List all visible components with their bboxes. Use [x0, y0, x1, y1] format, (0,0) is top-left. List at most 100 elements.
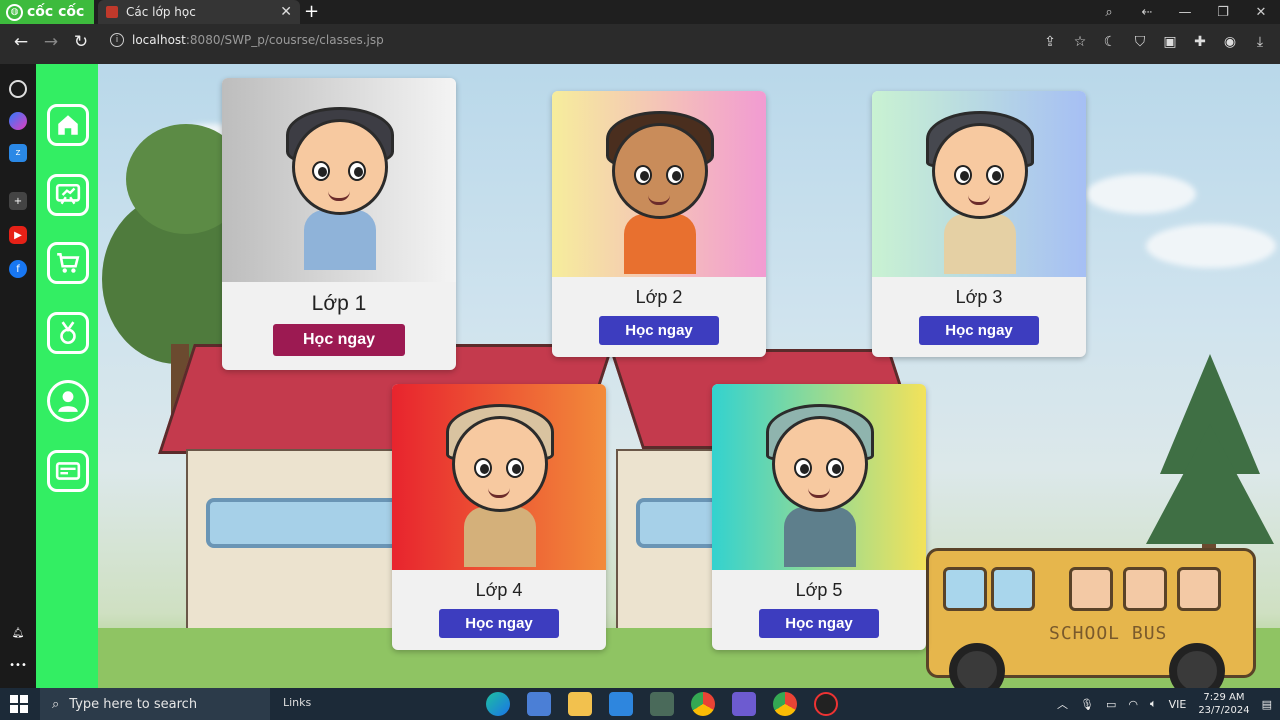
- facebook-icon[interactable]: f: [9, 260, 27, 278]
- learn-now-button[interactable]: Học ngay: [273, 324, 405, 356]
- notification-bell-icon[interactable]: 🔔︎: [9, 624, 27, 642]
- windows-start-icon[interactable]: [10, 695, 28, 713]
- bookmark-star-icon[interactable]: ☆: [1072, 34, 1088, 50]
- presentation-board-icon: [55, 183, 81, 205]
- id-card-icon: [55, 462, 81, 480]
- links-toolbar[interactable]: Links: [283, 696, 311, 709]
- url-host: localhost: [132, 33, 186, 47]
- zalo-icon[interactable]: Z: [9, 144, 27, 162]
- shopping-cart-icon: [57, 253, 80, 273]
- mail-icon[interactable]: [609, 692, 633, 716]
- boy-with-cap-illustration: [904, 99, 1054, 274]
- chrome-profile-icon[interactable]: [773, 692, 797, 716]
- class-card-4: Lớp 4 Học ngay: [392, 384, 606, 650]
- achievement-button[interactable]: [47, 312, 89, 354]
- microphone-icon[interactable]: 🎙︎: [1080, 698, 1094, 711]
- share-icon[interactable]: ⇪: [1042, 34, 1058, 50]
- edge-icon[interactable]: [486, 692, 510, 716]
- minimize-button[interactable]: —: [1166, 5, 1204, 20]
- home-button[interactable]: [47, 104, 89, 146]
- learn-now-button[interactable]: Học ngay: [439, 609, 559, 638]
- explorer-boy-illustration: [424, 392, 574, 567]
- volume-icon[interactable]: 🔈︎: [1150, 697, 1157, 711]
- battery-icon[interactable]: ▭: [1106, 698, 1116, 711]
- classes-page: SCHOOL BUS Lớp 1 Học ngay Lớp 2 Học ngay…: [36, 64, 1280, 688]
- curly-hair-boy-illustration: [584, 99, 734, 274]
- profile-icon[interactable]: ◉: [1222, 34, 1238, 50]
- class-title: Lớp 4: [475, 580, 523, 600]
- nav-buttons: ← → ↻: [12, 32, 90, 52]
- address-bar-row: ← → ↻ i localhost:8080/SWP_p/cousrse/cla…: [0, 24, 1280, 64]
- user-icon: [58, 391, 78, 412]
- app-sidebar: [36, 64, 98, 688]
- browser-sidebar: Z + ▶ f 🔔︎ •••: [0, 64, 36, 688]
- lesson-button[interactable]: [47, 174, 89, 216]
- store-icon[interactable]: [527, 692, 551, 716]
- clock-date: 23/7/2024: [1198, 705, 1250, 716]
- boy-with-glasses-illustration: [264, 95, 414, 270]
- close-window-button[interactable]: ✕: [1242, 5, 1280, 20]
- screen-search-icon[interactable]: ⌕: [1090, 5, 1128, 20]
- clock[interactable]: 7:29 AM 23/7/2024: [1198, 691, 1249, 717]
- tab-classes[interactable]: Các lớp học ✕: [98, 0, 300, 24]
- language-indicator[interactable]: VIE: [1169, 698, 1187, 711]
- system-tray: ︿ 🎙︎ ▭ ◠ 🔈︎ VIE 7:29 AM 23/7/2024 ▤: [1057, 688, 1272, 720]
- card-button[interactable]: [47, 450, 89, 492]
- download-box-icon[interactable]: ▣: [1162, 34, 1178, 50]
- add-shortcut-icon[interactable]: +: [9, 192, 27, 210]
- window-controls: ⌕ ⇠ — ❐ ✕: [1090, 0, 1280, 24]
- more-options-icon[interactable]: •••: [9, 656, 27, 674]
- search-icon: ⌕: [52, 696, 60, 712]
- shield-icon[interactable]: ⛉: [1132, 34, 1148, 50]
- back-icon[interactable]: ←: [12, 32, 30, 52]
- messenger-icon[interactable]: [9, 112, 27, 130]
- class-title: Lớp 5: [795, 580, 843, 600]
- file-explorer-icon[interactable]: [568, 692, 592, 716]
- history-icon[interactable]: [9, 80, 27, 98]
- tray-chevron-up-icon[interactable]: ︿: [1057, 696, 1068, 712]
- reload-icon[interactable]: ↻: [72, 32, 90, 52]
- learn-now-button[interactable]: Học ngay: [759, 609, 879, 638]
- boy-with-green-cap-illustration: [744, 392, 894, 567]
- class-5-image: [712, 384, 926, 570]
- coccoc-taskbar-icon[interactable]: [650, 692, 674, 716]
- search-placeholder: Type here to search: [69, 696, 198, 712]
- school-bus-illustration: SCHOOL BUS: [926, 548, 1256, 688]
- class-card-3: Lớp 3 Học ngay: [872, 91, 1086, 357]
- shop-button[interactable]: [47, 242, 89, 284]
- class-title: Lớp 3: [955, 287, 1003, 307]
- bus-label: SCHOOL BUS: [1049, 623, 1168, 644]
- tab-title: Các lớp học: [126, 5, 196, 19]
- learn-now-button[interactable]: Học ngay: [919, 316, 1039, 345]
- learn-now-button[interactable]: Học ngay: [599, 316, 719, 345]
- url-field[interactable]: i localhost:8080/SWP_p/cousrse/classes.j…: [110, 33, 384, 47]
- class-3-image: [872, 91, 1086, 277]
- maximize-button[interactable]: ❐: [1204, 5, 1242, 20]
- coccoc-logo-icon: ◍: [6, 3, 23, 21]
- browser-toolbar: ⇪ ☆ ☾ ⛉ ▣ ✚ ◉ ⤓: [1042, 34, 1268, 50]
- back-arrow-icon[interactable]: ⇠: [1128, 5, 1166, 20]
- notifications-icon[interactable]: ▤: [1262, 698, 1272, 711]
- app-cube-icon[interactable]: [732, 692, 756, 716]
- new-tab-button[interactable]: +: [304, 2, 319, 22]
- chrome-icon[interactable]: [691, 692, 715, 716]
- url-path: :8080/SWP_p/cousrse/classes.jsp: [185, 33, 384, 47]
- wifi-icon[interactable]: ◠: [1128, 698, 1138, 711]
- forward-icon[interactable]: →: [42, 32, 60, 52]
- class-4-image: [392, 384, 606, 570]
- class-card-5: Lớp 5 Học ngay: [712, 384, 926, 650]
- class-title: Lớp 1: [311, 292, 367, 315]
- taskbar-apps: [486, 692, 838, 716]
- extensions-icon[interactable]: ✚: [1192, 34, 1208, 50]
- site-info-icon[interactable]: i: [110, 33, 124, 47]
- youtube-icon[interactable]: ▶: [9, 226, 27, 244]
- dark-mode-icon[interactable]: ☾: [1102, 34, 1118, 50]
- favicon-icon: [106, 6, 118, 18]
- profile-button[interactable]: [47, 380, 89, 422]
- taskbar-search-box[interactable]: ⌕ Type here to search: [40, 688, 270, 720]
- downloads-icon[interactable]: ⤓: [1252, 34, 1268, 50]
- coccoc-menu-button[interactable]: ◍ cốc cốc: [0, 0, 94, 24]
- screen-recorder-icon[interactable]: [814, 692, 838, 716]
- windows-taskbar: ⌕ Type here to search Links ︿ 🎙︎ ▭ ◠ 🔈︎ …: [0, 688, 1280, 720]
- close-tab-icon[interactable]: ✕: [280, 4, 292, 20]
